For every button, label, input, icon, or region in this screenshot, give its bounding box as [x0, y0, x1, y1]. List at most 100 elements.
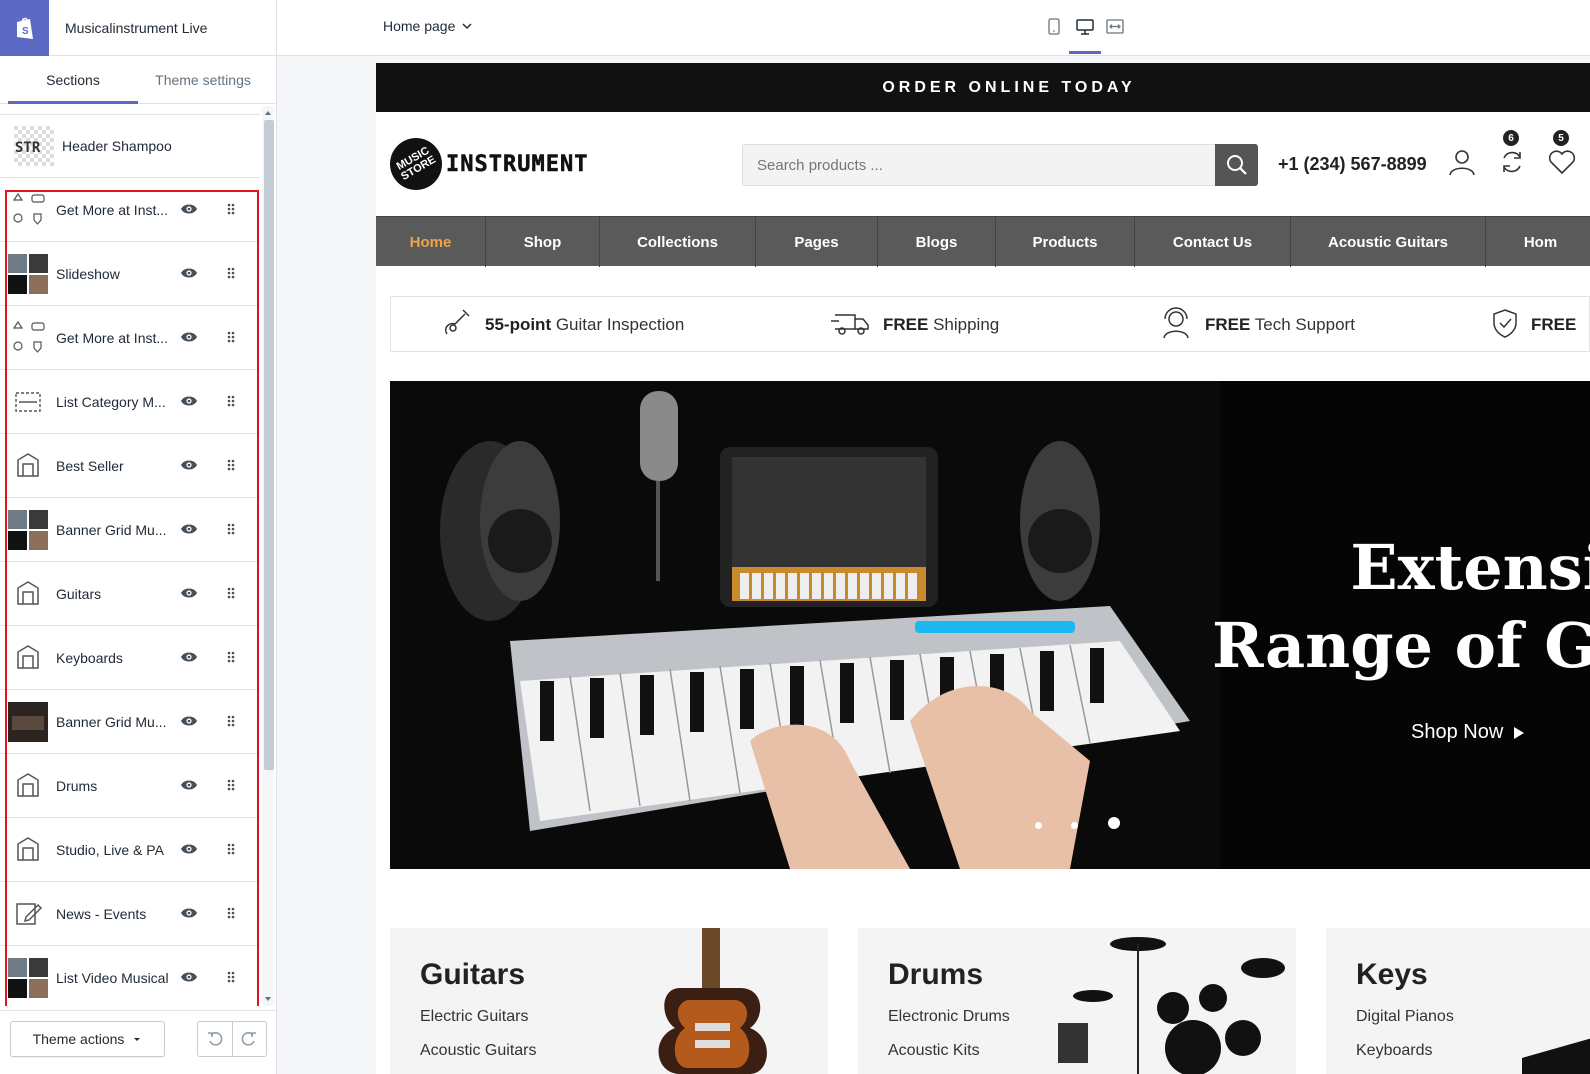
hero-image: [390, 381, 1220, 869]
feature-bold: FREE: [883, 315, 929, 334]
preview-canvas: ORDER ONLINE TODAY MUSIC STORE INSTRUMEN…: [277, 56, 1590, 1074]
slide-dot-2[interactable]: [1071, 822, 1078, 829]
page-selector[interactable]: Home page: [383, 18, 473, 34]
category-card-guitars[interactable]: Guitars Electric Guitars Acoustic Guitar…: [390, 928, 828, 1074]
announcement-bar: ORDER ONLINE TODAY: [376, 63, 1590, 112]
redo-icon: [241, 1032, 257, 1046]
desktop-view-icon[interactable]: [1076, 18, 1094, 41]
nav-item[interactable]: Pages: [756, 217, 878, 267]
feature-item: FREE Tech Support: [1159, 297, 1355, 353]
feature-rest: Shipping: [928, 315, 1000, 334]
truck-icon: [831, 309, 871, 342]
shop-now-label: Shop Now: [1411, 721, 1504, 743]
store-preview: ORDER ONLINE TODAY MUSIC STORE INSTRUMEN…: [376, 63, 1590, 1074]
slide-dot-3[interactable]: [1108, 817, 1120, 829]
store-name: Musicalinstrument Live: [65, 19, 208, 36]
feature-item: FREE Shipping: [831, 297, 999, 353]
compare-count-badge: 6: [1503, 130, 1519, 146]
logo-text: INSTRUMENT: [446, 151, 589, 177]
nav-item[interactable]: Shop: [486, 217, 600, 267]
undo-icon: [207, 1032, 223, 1046]
feature-rest: Tech Support: [1250, 315, 1355, 334]
sidebar-tabs: Sections Theme settings: [0, 56, 276, 104]
category-link[interactable]: Acoustic Kits: [888, 1042, 980, 1060]
play-arrow-icon: [1514, 726, 1525, 739]
undo-button[interactable]: [198, 1022, 233, 1056]
feature-bold: 55-point: [485, 315, 552, 334]
support-agent-icon: [1159, 306, 1193, 344]
nav-item[interactable]: Blogs: [878, 217, 996, 267]
hero-title-line1: Extensiv: [1350, 531, 1590, 604]
nav-item[interactable]: Products: [996, 217, 1135, 267]
active-view-indicator: [1069, 51, 1101, 54]
store-header: MUSIC STORE INSTRUMENT +1 (234) 567-8899…: [376, 112, 1590, 216]
search-button[interactable]: [1215, 144, 1258, 186]
guitar-image: [658, 928, 767, 1074]
mobile-view-icon[interactable]: [1047, 18, 1061, 41]
category-card-drums[interactable]: Drums Electronic Drums Acoustic Kits: [858, 928, 1296, 1074]
highlight-box: [5, 190, 259, 1006]
caret-down-icon: [134, 1038, 141, 1041]
editor-sidebar: S Musicalinstrument Live Sections Theme …: [0, 0, 277, 1074]
nav-item[interactable]: Hom: [1486, 217, 1590, 267]
shop-now-button[interactable]: Shop Now: [1411, 721, 1525, 744]
sidebar-footer: Theme actions: [0, 1010, 277, 1074]
undo-redo-group: [197, 1021, 267, 1057]
nav-item[interactable]: Collections: [600, 217, 756, 267]
scroll-thumb[interactable]: [264, 120, 274, 770]
feature-bold: FREE: [1205, 315, 1251, 334]
feature-text: 55-point Guitar Inspection: [485, 315, 684, 335]
header-thumb-icon: STR: [14, 126, 54, 166]
feature-text: FREE Tech Support: [1205, 315, 1355, 335]
feature-text: FREE: [1531, 315, 1576, 335]
theme-actions-label: Theme actions: [32, 1031, 125, 1047]
drum-kit-image: [1058, 937, 1285, 1074]
sidebar-header: S Musicalinstrument Live: [0, 0, 276, 56]
guitar-hand-icon: [441, 308, 473, 343]
slide-dot-1[interactable]: [1035, 822, 1042, 829]
nav-item[interactable]: Acoustic Guitars: [1291, 217, 1486, 267]
feature-text: FREE Shipping: [883, 315, 999, 335]
category-title: Drums: [888, 958, 984, 991]
category-card-keys[interactable]: Keys Digital Pianos Keyboards: [1326, 928, 1590, 1074]
compare-icon[interactable]: [1498, 148, 1526, 181]
category-link[interactable]: Electric Guitars: [420, 1008, 528, 1026]
feature-bold: FREE: [1531, 315, 1577, 334]
category-title: Keys: [1356, 958, 1428, 991]
search-input[interactable]: [743, 145, 1215, 185]
tab-theme-settings[interactable]: Theme settings: [138, 56, 268, 103]
tab-sections[interactable]: Sections: [8, 56, 138, 104]
sections-list: STR Header Shampoo Get More at Inst... Sl…: [0, 106, 260, 1006]
sidebar-scrollbar[interactable]: [262, 106, 274, 1006]
wishlist-icon[interactable]: [1548, 148, 1576, 181]
shield-check-icon: [1491, 308, 1519, 343]
keyboard-image: [1522, 1038, 1590, 1074]
hero-title-line2: Range of Gu: [1212, 609, 1590, 682]
features-bar: 55-point Guitar Inspection FREE Shipping F…: [390, 296, 1590, 352]
nav-item[interactable]: Contact Us: [1135, 217, 1291, 267]
hero-slideshow: Extensiv Range of Gu Shop Now: [390, 381, 1590, 869]
section-label: Header Shampoo: [62, 138, 172, 154]
announcement-text: ORDER ONLINE TODAY: [882, 78, 1136, 96]
shopify-logo-icon[interactable]: S: [0, 0, 49, 56]
feature-item: FREE: [1491, 297, 1576, 353]
wishlist-count-badge: 5: [1553, 130, 1569, 146]
feature-rest: Guitar Inspection: [551, 315, 685, 334]
svg-text:S: S: [22, 26, 29, 37]
editor-topbar: Home page: [277, 0, 1590, 56]
category-link[interactable]: Digital Pianos: [1356, 1008, 1454, 1026]
store-logo[interactable]: MUSIC STORE INSTRUMENT: [380, 128, 589, 200]
main-navigation: Home Shop Collections Pages Blogs Products Con…: [376, 216, 1590, 267]
section-header[interactable]: STR Header Shampoo: [0, 114, 260, 178]
category-link[interactable]: Acoustic Guitars: [420, 1042, 536, 1060]
category-link[interactable]: Electronic Drums: [888, 1008, 1010, 1026]
category-link[interactable]: Keyboards: [1356, 1042, 1433, 1060]
theme-actions-button[interactable]: Theme actions: [10, 1021, 165, 1057]
fullscreen-view-icon[interactable]: [1106, 18, 1124, 41]
nav-item[interactable]: Home: [376, 217, 486, 267]
hero-title: Extensiv Range of Gu: [1212, 529, 1590, 685]
chevron-down-icon: [462, 23, 472, 30]
phone-number[interactable]: +1 (234) 567-8899: [1278, 154, 1427, 175]
redo-button[interactable]: [233, 1022, 267, 1056]
account-icon[interactable]: [1448, 148, 1476, 181]
